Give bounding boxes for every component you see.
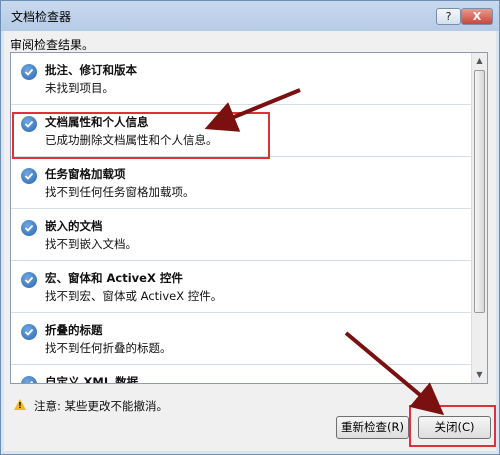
result-title: 文档属性和个人信息	[45, 115, 149, 129]
result-title: 批注、修订和版本	[45, 63, 137, 77]
result-item-embedded: 嵌入的文档 找不到嵌入文档。	[11, 209, 471, 261]
results-subtitle: 审阅检查结果。	[10, 38, 95, 52]
result-title: 嵌入的文档	[45, 219, 103, 233]
check-icon	[21, 168, 37, 184]
result-title: 宏、窗体和 ActiveX 控件	[45, 271, 183, 285]
result-description: 找不到嵌入文档。	[45, 237, 137, 251]
result-description: 找不到任何任务窗格加载项。	[45, 185, 195, 199]
result-description: 找不到任何折叠的标题。	[45, 341, 172, 355]
vertical-scrollbar[interactable]: ▲ ▼	[471, 53, 487, 383]
result-item-properties: 文档属性和个人信息 已成功删除文档属性和个人信息。	[11, 105, 471, 157]
result-item-taskpane: 任务窗格加载项 找不到任何任务窗格加载项。	[11, 157, 471, 209]
close-button[interactable]: 关闭(C)	[418, 416, 491, 439]
result-title: 任务窗格加载项	[45, 167, 126, 181]
result-description: 未找到项目。	[45, 81, 114, 95]
window-title: 文档检查器	[11, 10, 72, 24]
result-item-xml: 自定义 XML 数据	[11, 365, 471, 384]
scroll-thumb[interactable]	[474, 70, 485, 313]
scroll-up-icon[interactable]: ▲	[472, 53, 487, 69]
check-icon	[21, 272, 37, 288]
check-icon	[21, 116, 37, 132]
result-item-comments: 批注、修订和版本 未找到项目。	[11, 53, 471, 105]
result-title: 折叠的标题	[45, 323, 103, 337]
check-icon	[21, 220, 37, 236]
title-bar[interactable]: 文档检查器 ? X	[1, 1, 499, 31]
window-close-button[interactable]: X	[461, 8, 493, 25]
result-item-headings: 折叠的标题 找不到任何折叠的标题。	[11, 313, 471, 365]
reinspect-button[interactable]: 重新检查(R)	[336, 416, 409, 439]
warning-text: 注意: 某些更改不能撤消。	[34, 399, 169, 413]
warning-mark-icon: !	[18, 401, 22, 410]
help-button[interactable]: ?	[436, 8, 461, 25]
result-description: 找不到宏、窗体或 ActiveX 控件。	[45, 289, 223, 303]
check-icon	[21, 324, 37, 340]
results-list[interactable]: 批注、修订和版本 未找到项目。 文档属性和个人信息 已成功删除文档属性和个人信息…	[10, 52, 488, 384]
result-title: 自定义 XML 数据	[45, 375, 139, 384]
check-icon	[21, 376, 37, 383]
result-item-macros: 宏、窗体和 ActiveX 控件 找不到宏、窗体或 ActiveX 控件。	[11, 261, 471, 313]
result-description: 已成功删除文档属性和个人信息。	[45, 133, 218, 147]
check-icon	[21, 64, 37, 80]
scroll-down-icon[interactable]: ▼	[472, 367, 487, 383]
